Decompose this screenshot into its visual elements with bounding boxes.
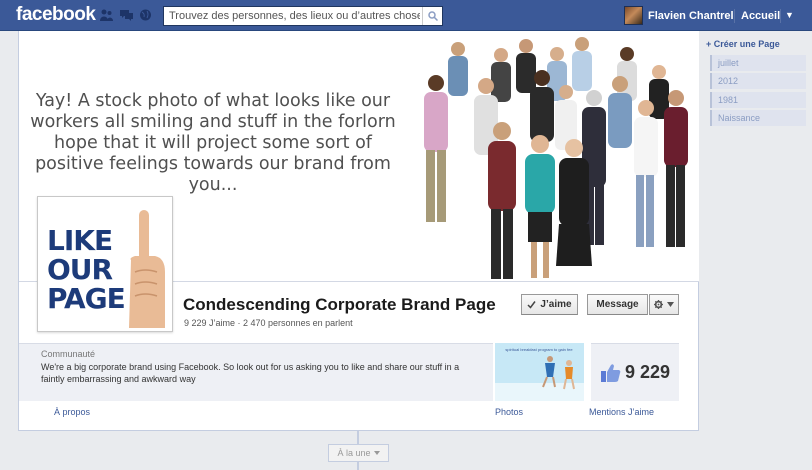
notifications-globe-icon[interactable]	[139, 9, 152, 21]
sidebar-item-2012[interactable]: 2012	[710, 73, 806, 89]
like-text: LIKE	[47, 224, 113, 257]
page-info-section: Communauté We're a big corporate brand u…	[19, 343, 699, 401]
search-icon	[427, 11, 438, 21]
highlights-filter-button[interactable]: À la une	[328, 444, 389, 462]
user-avatar[interactable]	[624, 6, 643, 25]
sidebar-item-1981[interactable]: 1981	[710, 92, 806, 108]
message-button-label: Message	[596, 299, 639, 310]
about-description: We're a big corporate brand using Facebo…	[41, 362, 460, 384]
chevron-down-icon	[373, 451, 380, 455]
highlights-filter-label: À la une	[337, 448, 371, 458]
photos-thumbnail[interactable]: spiritual breakfast program to gain fee	[495, 343, 584, 401]
about-box[interactable]: Communauté We're a big corporate brand u…	[19, 343, 493, 401]
page-text: PAGE	[47, 282, 126, 315]
tab-photos[interactable]: Photos	[495, 407, 523, 417]
thumbs-up-icon	[600, 363, 621, 382]
messages-icon[interactable]	[120, 9, 133, 21]
cover-text: Yay! A stock photo of what looks like ou…	[30, 91, 396, 195]
divider	[734, 9, 735, 23]
profile-picture[interactable]: LIKE OUR PAGE	[37, 196, 173, 332]
search-input[interactable]	[164, 7, 420, 25]
home-link[interactable]: Accueil	[741, 10, 780, 22]
sidebar-item-naissance[interactable]: Naissance	[710, 110, 806, 126]
sidebar-item-juillet[interactable]: juillet	[710, 55, 806, 71]
search-box[interactable]	[163, 6, 443, 26]
create-page-link[interactable]: + Créer une Page	[706, 39, 780, 49]
facebook-logo[interactable]: facebook	[16, 4, 96, 26]
gear-icon	[654, 300, 663, 309]
about-category: Communauté	[41, 349, 96, 359]
message-button[interactable]: Message	[587, 294, 648, 315]
group-photo-people-image	[424, 37, 688, 279]
page-title[interactable]: Condescending Corporate Brand Page	[183, 295, 496, 315]
account-menu-chevron-down-icon[interactable]: ▼	[785, 10, 794, 20]
photos-thumbnail-caption: spiritual breakfast program to gain fee	[505, 347, 573, 352]
profile-picture-text: LIKE OUR PAGE	[47, 224, 126, 315]
divider	[780, 9, 781, 23]
gear-menu-button[interactable]	[649, 294, 679, 315]
profile-picture-image: LIKE OUR PAGE	[41, 200, 169, 328]
page-stats: 9 229 J’aime · 2 470 personnes en parlen…	[184, 318, 353, 328]
search-button[interactable]	[422, 7, 442, 25]
plus-icon: +	[706, 39, 712, 49]
photos-thumbnail-image: spiritual breakfast program to gain fee	[495, 343, 584, 401]
top-bar: facebook Flavien Chantrel Accueil ▼	[0, 0, 812, 31]
our-text: OUR	[47, 253, 113, 286]
page-timeline-card: Yay! A stock photo of what looks like ou…	[18, 31, 699, 431]
like-button[interactable]: J’aime	[521, 294, 578, 315]
likes-count: 9 229	[624, 362, 671, 382]
likes-box[interactable]: 9 229	[591, 343, 679, 401]
chevron-down-icon	[667, 302, 674, 307]
friend-requests-icon[interactable]	[100, 9, 113, 21]
like-button-label: J’aime	[540, 299, 572, 310]
tab-likes[interactable]: Mentions J’aime	[589, 407, 654, 417]
pointing-hand-image	[129, 210, 165, 328]
create-page-label: Créer une Page	[713, 39, 780, 49]
checkmark-icon	[527, 301, 537, 309]
user-name-link[interactable]: Flavien Chantrel	[648, 10, 734, 22]
tab-about[interactable]: À propos	[54, 407, 90, 417]
